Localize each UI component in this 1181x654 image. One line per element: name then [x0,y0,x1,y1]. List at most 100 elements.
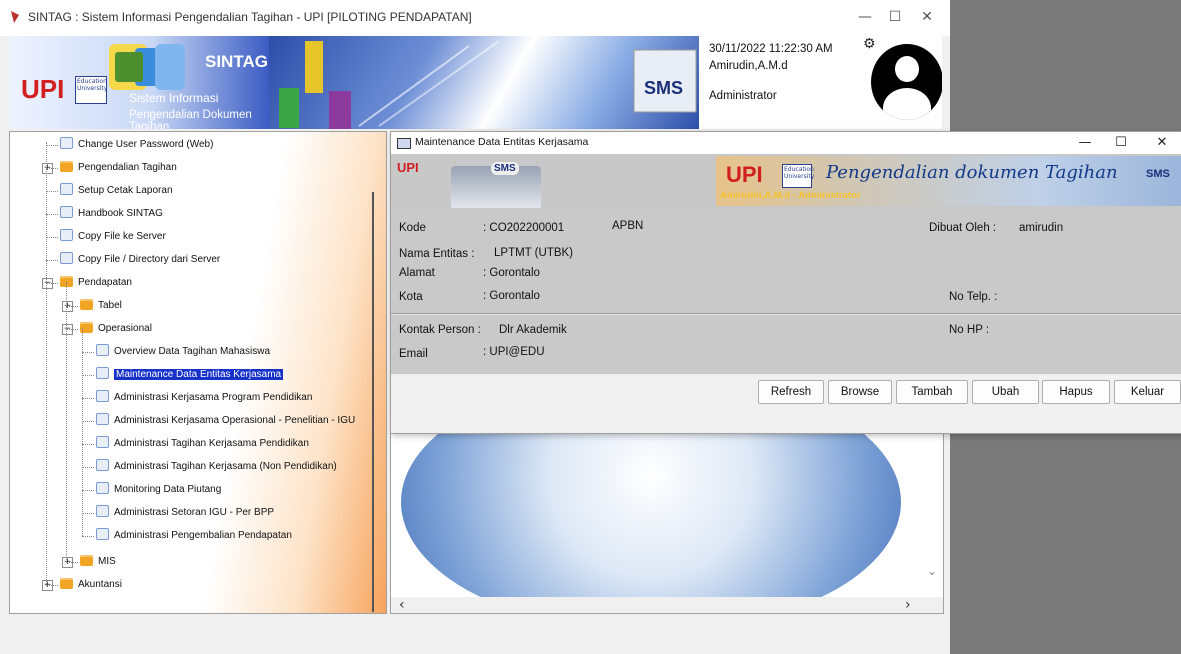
tree-item-label: Setup Cetak Laporan [78,185,173,196]
banner-graphics: SMS [279,40,697,129]
page-icon [60,229,73,242]
dialog-close-button[interactable]: ✕ [1148,134,1176,152]
tree-item[interactable]: Administrasi Pengembalian Pendapatan [96,527,292,545]
tree-item-label: Administrasi Kerjasama Program Pendidika… [114,392,313,403]
tree-item[interactable]: Copy File ke Server [60,228,166,246]
email-value[interactable]: : UPI@EDU [483,346,545,358]
close-button[interactable]: ✕ [912,6,942,28]
tree-item[interactable]: Administrasi Kerjasama Program Pendidika… [96,389,312,407]
app-titlebar: SINTAG : Sistem Informasi Pengendalian T… [0,0,950,36]
tree-scrollbar[interactable] [372,192,374,612]
dialog-title: Maintenance Data Entitas Kerjasama [415,136,589,148]
tree-item[interactable]: Pendapatan [60,274,132,292]
kontak-person-value[interactable]: Dlr Akademik [499,324,567,336]
tree-item[interactable]: Setup Cetak Laporan [60,182,173,200]
dialog-minimize-button[interactable]: — [1071,134,1099,152]
tree-item[interactable]: Copy File / Directory dari Server [60,251,220,269]
sintag-logo-area: UPI Education University SINTAG Sistem I… [9,36,269,129]
user-avatar-icon[interactable] [871,44,942,120]
tree-connector [82,536,94,537]
page-icon [96,367,109,380]
chevron-right-icon[interactable]: › [905,597,911,613]
tree-item[interactable]: Administrasi Setoran IGU - Per BPP [96,504,274,522]
tree-item-label: Pendapatan [78,277,132,288]
tree-item[interactable]: Pengendalian Tagihan [60,159,177,177]
dialog-maximize-button[interactable]: ☐ [1107,134,1135,152]
tree-item[interactable]: MIS [80,553,116,571]
page-icon [60,137,73,150]
gear-icon[interactable]: ⚙ [863,36,876,52]
tree-connector [46,168,58,169]
minimize-button[interactable]: — [850,6,880,28]
tree-connector [82,398,94,399]
tree-item[interactable]: Maintenance Data Entitas Kerjasama [96,366,284,384]
tree-connector [46,260,58,261]
status-bar [9,618,942,646]
apbn-value[interactable]: APBN [612,220,643,232]
tree-item-label: Copy File ke Server [78,231,166,242]
hp-label: No HP : [949,324,990,336]
sintag-logo-icon [109,44,185,90]
dialog-titlebar: Maintenance Data Entitas Kerjasama — ☐ ✕ [391,132,1181,154]
tree-item-label: Administrasi Kerjasama Operasional - Pen… [114,415,356,426]
app-banner: UPI Education University SINTAG Sistem I… [9,36,942,129]
keluar-button[interactable]: Keluar [1114,380,1181,404]
tree-item[interactable]: Operasional [80,320,152,338]
kode-value[interactable]: : CO202200001 [483,222,564,234]
upi-logo-subtext: Education University [782,164,814,188]
sintag-subtitle-1: Sistem Informasi [129,91,219,105]
tree-connector [66,282,67,562]
tree-item[interactable]: Monitoring Data Piutang [96,481,221,499]
tree-item[interactable]: Administrasi Tagihan Kerjasama Pendidika… [96,435,309,453]
navigation-tree: Change User Password (Web) Pengendalian T… [9,131,387,614]
tree-item[interactable]: Administrasi Kerjasama Operasional - Pen… [96,412,355,430]
page-icon [96,390,109,403]
tree-connector [46,142,47,586]
ubah-button[interactable]: Ubah [972,380,1039,404]
maintenance-dialog: Maintenance Data Entitas Kerjasama — ☐ ✕… [390,131,1181,434]
tree-connector [66,306,78,307]
dibuat-oleh-value[interactable]: amirudin [1019,222,1063,234]
tree-item[interactable]: Handbook SINTAG [60,205,163,223]
dialog-button-row: Refresh Browse Tambah Ubah Hapus Keluar [391,374,1181,414]
session-role: Administrator [709,90,777,102]
tree-item[interactable]: Overview Data Tagihan Mahasiswa [96,343,270,361]
tree-item[interactable]: Administrasi Tagihan Kerjasama (Non Pend… [96,458,337,476]
page-icon [96,482,109,495]
chevron-down-icon[interactable]: ⌄ [927,564,937,578]
tree-item[interactable]: Tabel [80,297,122,315]
tree-item[interactable]: Akuntansi [60,576,122,594]
nama-entitas-value[interactable]: LPTMT (UTBK) [494,247,573,259]
dibuat-oleh-label: Dibuat Oleh : [929,222,997,234]
tree-connector [82,328,83,536]
tambah-button[interactable]: Tambah [896,380,968,404]
banner-tagline: Pengendalian dokumen Tagihan [826,162,1118,183]
tree-connector [46,191,58,192]
email-label: Email [399,348,428,360]
tree-item[interactable]: Change User Password (Web) [60,136,213,154]
folder-icon [80,298,93,310]
svg-text:SMS: SMS [644,78,683,98]
horizontal-scrollbar[interactable]: ‹ › [391,597,943,613]
folder-icon [60,577,73,589]
refresh-button[interactable]: Refresh [758,380,824,404]
tree-item-label: Operasional [98,323,152,334]
tree-connector [46,283,58,284]
tree-connector [82,467,94,468]
maximize-button[interactable]: ☐ [880,6,910,28]
folder-icon [60,160,73,172]
tree-item-label: Handbook SINTAG [78,208,163,219]
hapus-button[interactable]: Hapus [1042,380,1110,404]
tree-item-label: Maintenance Data Entitas Kerjasama [114,369,284,380]
alamat-value[interactable]: : Gorontalo [483,267,540,279]
tree-item-label: Monitoring Data Piutang [114,484,222,495]
page-icon [60,183,73,196]
tree-connector [82,444,94,445]
session-datetime: 30/11/2022 11:22:30 AM [709,43,833,55]
chevron-left-icon[interactable]: ‹ [399,597,405,613]
tree-connector [82,375,94,376]
tree-item-label: MIS [98,556,116,567]
kota-value[interactable]: : Gorontalo [483,290,540,302]
browse-button[interactable]: Browse [828,380,892,404]
tree-connector [82,421,94,422]
